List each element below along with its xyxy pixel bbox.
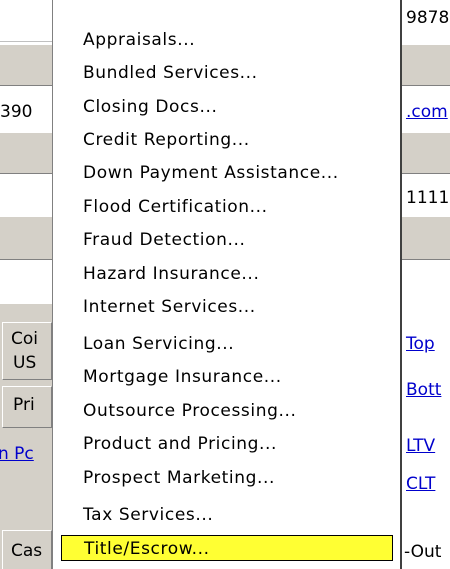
right-cell-row7 — [402, 262, 450, 302]
menu-item-flood-certification[interactable]: Flood Certification... — [61, 194, 393, 220]
right-text-out: -Out — [404, 542, 442, 562]
left-cell-row7 — [0, 262, 52, 302]
left-link-cell: n Pc — [0, 432, 52, 476]
left-button-pri-label: Pri — [13, 395, 35, 415]
right-value-text-5: 1111 — [406, 188, 450, 208]
right-value-cell-5: 1111 — [402, 176, 450, 216]
menu-item-hazard-insurance[interactable]: Hazard Insurance... — [61, 261, 393, 287]
menu-item-fraud-detection[interactable]: Fraud Detection... — [61, 227, 393, 253]
left-value-text: 390 — [0, 102, 33, 122]
left-button-cor[interactable]: Coi US — [2, 322, 52, 380]
left-button-pri[interactable]: Pri — [2, 386, 52, 428]
left-link-npc[interactable]: n Pc — [0, 444, 34, 464]
left-button-cas[interactable]: Cas — [2, 530, 52, 569]
right-panel: Top Bott LTV CLT -Out — [402, 304, 450, 569]
right-cell-row2 — [402, 44, 450, 86]
menu-item-prospect-marketing[interactable]: Prospect Marketing... — [61, 465, 393, 491]
left-cell-row1 — [0, 0, 52, 42]
services-dropdown-menu: Appraisals... Bundled Services... Closin… — [52, 0, 402, 569]
left-cell-row6 — [0, 216, 52, 260]
left-button-cas-label: Cas — [11, 541, 43, 561]
left-value-cell: 390 — [0, 88, 52, 130]
menu-item-down-payment-assistance[interactable]: Down Payment Assistance... — [61, 160, 393, 186]
menu-item-tax-services[interactable]: Tax Services... — [61, 502, 393, 528]
menu-item-credit-reporting[interactable]: Credit Reporting... — [61, 127, 393, 153]
menu-item-appraisals[interactable]: Appraisals... — [61, 27, 393, 53]
right-link-ltv[interactable]: LTV — [406, 436, 435, 456]
right-cell-row6 — [402, 216, 450, 260]
left-cell-row5 — [0, 176, 52, 216]
right-email-link[interactable]: .com — [406, 102, 448, 122]
right-link-bott[interactable]: Bott — [406, 380, 441, 400]
menu-item-internet-services[interactable]: Internet Services... — [61, 294, 393, 320]
menu-item-loan-servicing[interactable]: Loan Servicing... — [61, 331, 393, 357]
menu-item-title-escrow[interactable]: Title/Escrow... — [61, 535, 393, 561]
right-email-cell: .com — [402, 88, 450, 130]
menu-item-outsource-processing[interactable]: Outsource Processing... — [61, 398, 393, 424]
menu-item-product-and-pricing[interactable]: Product and Pricing... — [61, 431, 393, 457]
menu-item-mortgage-insurance[interactable]: Mortgage Insurance... — [61, 364, 393, 390]
left-cell-row4 — [0, 132, 52, 174]
menu-item-closing-docs[interactable]: Closing Docs... — [61, 94, 393, 120]
left-panel: Coi US Pri n Pc Cas — [0, 304, 52, 569]
left-button-us-label: US — [13, 353, 37, 373]
left-button-cor-label: Coi — [11, 329, 38, 349]
left-cell-row2 — [0, 44, 52, 86]
right-link-top[interactable]: Top — [406, 334, 435, 354]
right-value-cell-1: 9878 — [402, 0, 450, 42]
right-link-clt[interactable]: CLT — [406, 474, 435, 494]
right-value-text-1: 9878 — [406, 8, 450, 28]
menu-item-bundled-services[interactable]: Bundled Services... — [61, 60, 393, 86]
right-cell-row4 — [402, 132, 450, 174]
